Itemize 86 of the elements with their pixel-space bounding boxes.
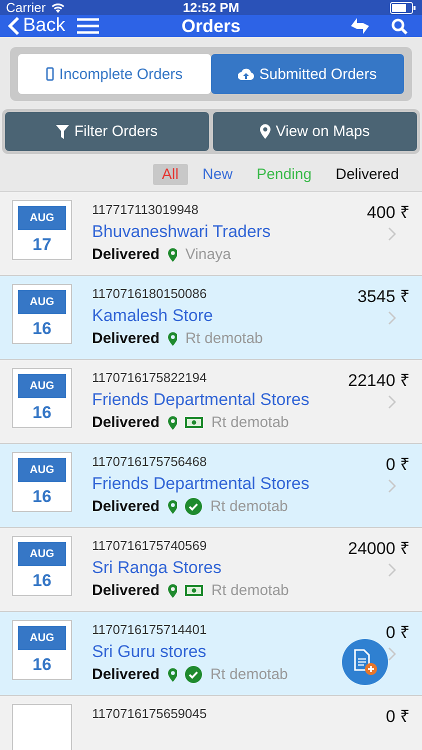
month-label: AUG xyxy=(18,542,66,566)
cloud-upload-icon xyxy=(238,68,254,80)
order-row[interactable]: AUG 16 1170716175740569 Sri Ranga Stores Delivered Rt demotab 24000 ₹ xyxy=(0,528,422,612)
order-status: Delivered xyxy=(92,414,160,431)
document-add-icon xyxy=(352,648,378,676)
status-filter-tab[interactable]: Delivered xyxy=(326,164,408,185)
order-number: 1170716175756468 xyxy=(92,454,208,469)
order-status: Delivered xyxy=(92,246,160,263)
new-order-fab[interactable] xyxy=(342,639,388,685)
order-row[interactable]: AUG 16 1170716180150086 Kamalesh Store Delivered Rt demotab 3545 ₹ xyxy=(0,276,422,360)
order-amount: 22140 ₹ xyxy=(348,370,410,391)
phone-icon xyxy=(46,67,54,81)
order-row[interactable]: 1170716175659045 0 ₹ xyxy=(0,696,422,750)
month-label: AUG xyxy=(18,206,66,230)
location-pin-icon xyxy=(168,500,178,514)
chevron-right-icon xyxy=(388,227,396,241)
page-title: Orders xyxy=(181,16,241,36)
salesperson-name: Vinaya xyxy=(185,246,231,263)
customer-name: Sri Guru stores xyxy=(92,642,208,662)
sync-arrows-icon[interactable] xyxy=(349,16,371,36)
segment-tab[interactable]: Incomplete Orders xyxy=(18,54,211,94)
filter-icon xyxy=(56,124,70,138)
order-row[interactable]: AUG 16 1170716175822194 Friends Departmental Stores Delivered Rt demotab 22140 ₹ xyxy=(0,360,422,444)
order-row[interactable]: AUG 17 117717113019948 Bhuvaneshwari Traders Delivered Vinaya 400 ₹ xyxy=(0,192,422,276)
order-amount: 24000 ₹ xyxy=(348,538,410,559)
order-status: Delivered xyxy=(92,666,160,683)
month-label: AUG xyxy=(18,374,66,398)
chevron-right-icon xyxy=(388,311,396,325)
order-amount: 400 ₹ xyxy=(366,202,410,223)
customer-name: Friends Departmental Stores xyxy=(92,474,310,494)
customer-name: Bhuvaneshwari Traders xyxy=(92,222,272,242)
salesperson-name: Rt demotab xyxy=(211,414,289,431)
location-pin-icon xyxy=(168,332,178,346)
location-pin-icon xyxy=(168,416,178,430)
order-status: Delivered xyxy=(92,330,160,347)
chevron-left-icon xyxy=(8,16,20,36)
day-label: 16 xyxy=(32,319,52,339)
order-number: 1170716175822194 xyxy=(92,370,208,385)
day-label: 16 xyxy=(32,403,52,423)
order-number: 1170716175740569 xyxy=(92,538,208,553)
order-number: 1170716180150086 xyxy=(92,286,208,301)
month-label: AUG xyxy=(18,290,66,314)
salesperson-name: Rt demotab xyxy=(211,582,289,599)
salesperson-name: Rt demotab xyxy=(185,330,263,347)
chevron-right-icon xyxy=(388,479,396,493)
chevron-right-icon xyxy=(388,563,396,577)
back-button[interactable]: Back xyxy=(8,15,66,37)
customer-name: Sri Ranga Stores xyxy=(92,558,222,578)
action-button[interactable]: View on Maps xyxy=(213,112,417,151)
action-button[interactable]: Filter Orders xyxy=(5,112,209,151)
order-number: 117717113019948 xyxy=(92,202,200,217)
order-amount: 0 ₹ xyxy=(386,454,410,475)
order-number: 1170716175659045 xyxy=(92,706,208,721)
wifi-icon xyxy=(50,2,65,13)
month-label: AUG xyxy=(18,458,66,482)
day-label: 16 xyxy=(32,571,52,591)
chevron-right-icon xyxy=(388,395,396,409)
day-label: 16 xyxy=(32,655,52,675)
day-label: 17 xyxy=(32,235,52,255)
order-row[interactable]: AUG 16 1170716175714401 Sri Guru stores Delivered Rt demotab 0 ₹ xyxy=(0,612,422,696)
menu-icon[interactable] xyxy=(77,18,100,34)
day-label: 16 xyxy=(32,487,52,507)
status-time: 12:52 PM xyxy=(182,0,240,15)
order-row[interactable]: AUG 16 1170716175756468 Friends Departmental Stores Delivered Rt demotab 0 ₹ xyxy=(0,444,422,528)
chevron-right-icon xyxy=(388,647,396,661)
location-pin-icon xyxy=(168,248,178,262)
order-amount: 3545 ₹ xyxy=(357,286,410,307)
order-amount: 0 ₹ xyxy=(386,706,410,727)
order-amount: 0 ₹ xyxy=(386,622,410,643)
salesperson-name: Rt demotab xyxy=(210,666,288,683)
carrier-label: Carrier xyxy=(6,0,46,15)
location-pin-icon xyxy=(168,668,178,682)
customer-name: Friends Departmental Stores xyxy=(92,390,310,410)
search-icon[interactable] xyxy=(391,18,408,34)
order-status: Delivered xyxy=(92,498,160,515)
date-badge xyxy=(12,704,72,750)
location-pin-icon xyxy=(260,124,271,139)
customer-name: Kamalesh Store xyxy=(92,306,214,326)
location-pin-icon xyxy=(168,584,178,598)
order-status: Delivered xyxy=(92,582,160,599)
segment-tab[interactable]: Submitted Orders xyxy=(211,54,404,94)
battery-icon xyxy=(390,2,416,14)
status-filter-tab[interactable]: New xyxy=(194,164,242,185)
salesperson-name: Rt demotab xyxy=(210,498,288,515)
order-number: 1170716175714401 xyxy=(92,622,208,637)
month-label: AUG xyxy=(18,626,66,650)
